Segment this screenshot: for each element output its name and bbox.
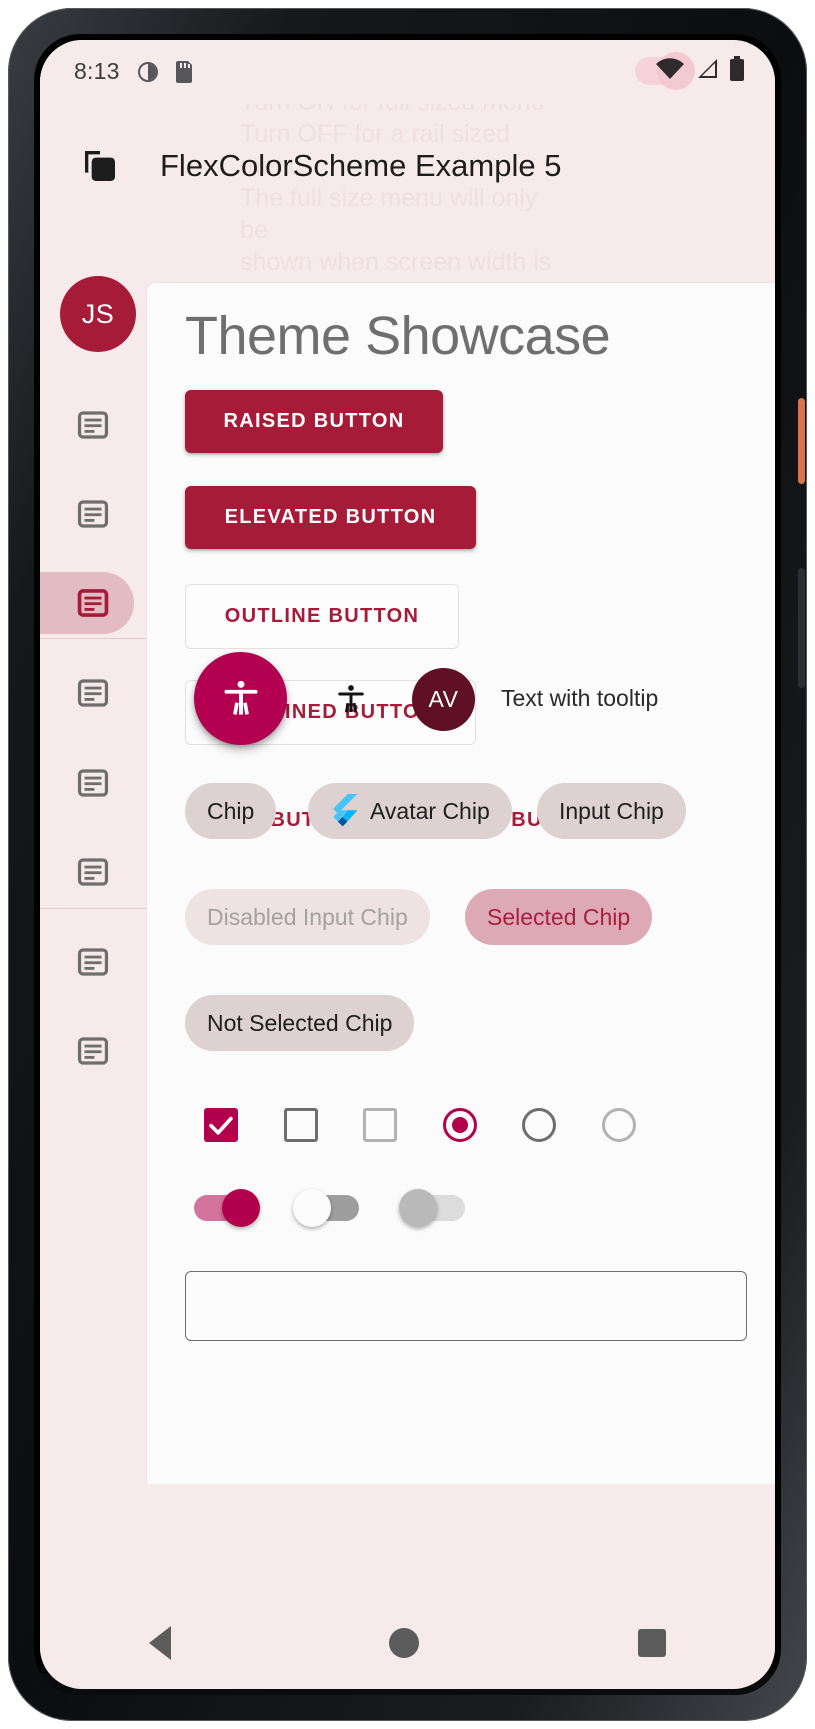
selected-chip[interactable]: Selected Chip (465, 889, 653, 945)
phone-screen: Turn ON for full sized menu Turn OFF for… (40, 40, 775, 1689)
sidebar-item-6[interactable] (40, 925, 146, 999)
article-icon (77, 858, 109, 886)
volume-button[interactable] (798, 568, 805, 688)
switch-thumb (399, 1189, 437, 1227)
status-bar: 8:13 (40, 40, 775, 104)
switch-thumb (222, 1189, 260, 1227)
home-icon[interactable] (389, 1628, 420, 1658)
chip-label: Disabled Input Chip (207, 903, 408, 930)
sidebar-item-4[interactable] (40, 746, 146, 820)
radio-unselected[interactable] (522, 1108, 556, 1142)
checkbox-disabled (363, 1108, 397, 1142)
avatar[interactable]: JS (60, 276, 136, 352)
showcase-card: Theme Showcase RAISED BUTTON ELEVATED BU… (146, 282, 775, 1484)
flutter-logo-icon (333, 794, 358, 827)
rail-divider-1 (40, 638, 146, 639)
avatar-initials: AV (428, 686, 459, 712)
status-right-icons (655, 56, 745, 82)
floating-action-button[interactable] (194, 652, 287, 745)
brightness-icon (138, 62, 158, 82)
sidebar-item-2-selected[interactable] (40, 566, 146, 640)
rail-divider-2 (40, 908, 146, 909)
page-title: FlexColorScheme Example 5 (160, 148, 562, 183)
phone-bezel: Turn ON for full sized menu Turn OFF for… (34, 34, 781, 1695)
disabled-input-chip: Disabled Input Chip (185, 889, 430, 945)
sidebar-item-0[interactable] (40, 388, 146, 462)
sidebar-item-7[interactable] (40, 1014, 146, 1088)
switch-thumb (293, 1189, 331, 1227)
battery-icon (730, 56, 744, 81)
chip-label: Avatar Chip (370, 797, 490, 824)
article-icon (77, 411, 109, 439)
back-icon[interactable] (149, 1626, 172, 1660)
checkbox-checked[interactable] (204, 1108, 238, 1142)
article-icon (77, 948, 109, 976)
accessibility-icon-button[interactable] (333, 682, 369, 718)
text-field[interactable] (185, 1271, 747, 1341)
sidebar-item-5[interactable] (40, 835, 146, 909)
sidebar-item-3[interactable] (40, 656, 146, 730)
copy-stack-icon[interactable] (80, 146, 120, 186)
elevated-button[interactable]: ELEVATED BUTTON (185, 486, 476, 549)
chip-label: Not Selected Chip (207, 1009, 393, 1036)
article-icon (77, 1037, 109, 1065)
wifi-icon (656, 58, 684, 79)
avatar-initials: JS (81, 298, 115, 329)
accessibility-icon (338, 685, 364, 713)
tooltip-label: Text with tooltip (501, 685, 659, 711)
outline-button[interactable]: OUTLINE BUTTON (185, 584, 459, 649)
chip-label: Input Chip (559, 797, 664, 824)
phone-frame: Turn ON for full sized menu Turn OFF for… (8, 8, 807, 1721)
sidebar-item-1[interactable] (40, 477, 146, 551)
article-icon (77, 769, 109, 797)
sdcard-icon (176, 61, 192, 83)
app-bar: FlexColorScheme Example 5 (40, 104, 775, 222)
article-icon (77, 589, 109, 617)
accessibility-icon (224, 680, 257, 715)
chip-label: Chip (207, 797, 255, 824)
checkbox-unchecked[interactable] (284, 1108, 318, 1142)
article-icon (77, 679, 109, 707)
showcase-title: Theme Showcase (185, 306, 611, 366)
input-chip[interactable]: Input Chip (537, 783, 686, 839)
radio-selected[interactable] (443, 1108, 477, 1142)
android-navigation-bar (40, 1597, 775, 1689)
radio-disabled (602, 1108, 636, 1142)
check-icon (209, 1116, 233, 1135)
raised-button[interactable]: RAISED BUTTON (185, 390, 443, 453)
switch-disabled (399, 1189, 465, 1227)
recents-icon[interactable] (637, 1629, 666, 1657)
avatar[interactable]: AV (412, 668, 475, 731)
power-button[interactable] (798, 398, 805, 484)
avatar-chip[interactable]: Avatar Chip (308, 783, 512, 839)
signal-icon (698, 59, 717, 78)
status-time: 8:13 (74, 58, 120, 84)
not-selected-chip[interactable]: Not Selected Chip (185, 995, 415, 1051)
switch-off[interactable] (293, 1189, 359, 1227)
article-icon (77, 500, 109, 528)
chip-label: Selected Chip (487, 903, 631, 930)
switch-on[interactable] (194, 1189, 260, 1227)
navigation-rail: JS (40, 222, 146, 1484)
chip[interactable]: Chip (185, 783, 277, 839)
